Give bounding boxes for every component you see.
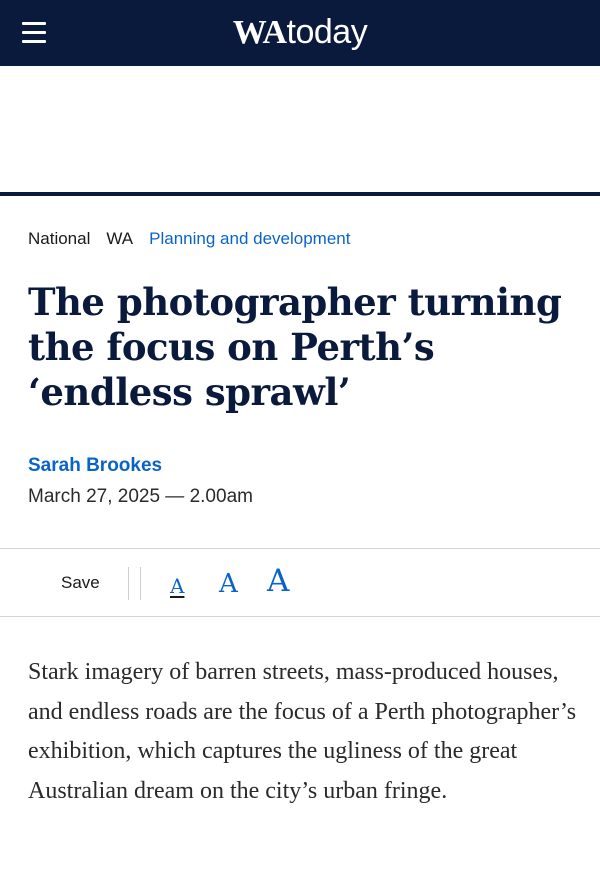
site-logo[interactable]: WAtoday bbox=[0, 11, 600, 54]
article-toolbar: Save A A A bbox=[0, 548, 600, 617]
breadcrumb-planning[interactable]: Planning and development bbox=[149, 228, 350, 250]
toolbar-divider bbox=[140, 567, 141, 600]
breadcrumb-national[interactable]: National bbox=[28, 228, 90, 250]
site-header: WAtoday bbox=[0, 0, 600, 66]
font-size-medium-button[interactable]: A bbox=[219, 569, 238, 599]
ad-placeholder bbox=[0, 66, 600, 192]
logo-today: today bbox=[286, 13, 368, 51]
publish-date: March 27, 2025 — 2.00am bbox=[28, 486, 253, 507]
author-link[interactable]: Sarah Brookes bbox=[28, 454, 162, 478]
font-size-large-button[interactable]: A bbox=[267, 563, 289, 599]
article-headline: The photographer turning the focus on Pe… bbox=[28, 280, 562, 414]
breadcrumb-wa[interactable]: WA bbox=[106, 228, 133, 250]
article-lead-paragraph: Stark imagery of barren streets, mass-pr… bbox=[28, 659, 577, 804]
section-rule bbox=[0, 192, 600, 196]
font-size-small-button[interactable]: A bbox=[170, 575, 184, 597]
save-button[interactable]: Save bbox=[61, 572, 100, 594]
logo-wa: WA bbox=[232, 14, 287, 51]
breadcrumb: National WA Planning and development bbox=[28, 228, 350, 250]
toolbar-divider bbox=[128, 567, 129, 600]
